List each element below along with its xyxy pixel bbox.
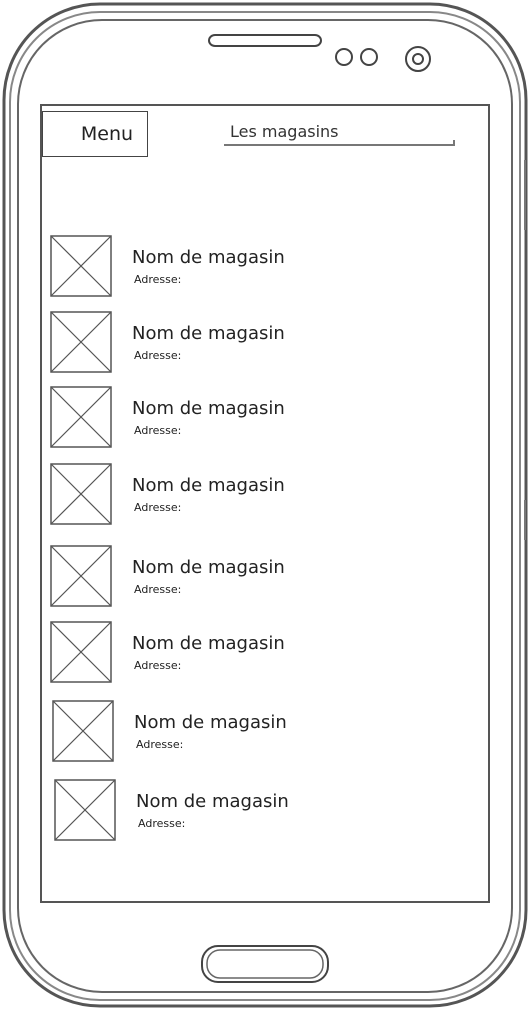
store-name: Nom de magasin <box>132 633 285 654</box>
image-placeholder-icon <box>52 700 114 762</box>
store-name: Nom de magasin <box>132 323 285 344</box>
store-name: Nom de magasin <box>132 557 285 578</box>
front-camera-icon <box>405 46 431 72</box>
store-list-item[interactable]: Nom de magasin Adresse: <box>50 463 470 527</box>
menu-button[interactable]: Menu <box>42 111 148 157</box>
store-list-item[interactable]: Nom de magasin Adresse: <box>50 621 470 685</box>
menu-button-label: Menu <box>80 123 134 145</box>
sensor-icon <box>335 48 378 66</box>
store-name: Nom de magasin <box>134 712 287 733</box>
home-button-icon[interactable] <box>199 943 331 985</box>
page-title: Les magasins <box>224 120 455 146</box>
store-list-item[interactable]: Nom de magasin Adresse: <box>50 386 470 450</box>
store-address: Adresse: <box>134 273 182 286</box>
app-screen: Menu Les magasins Nom de magasin Adresse… <box>40 104 490 903</box>
store-list-item[interactable]: Nom de magasin Adresse: <box>54 779 474 843</box>
image-placeholder-icon <box>50 621 112 683</box>
store-address: Adresse: <box>134 583 182 596</box>
store-list-item[interactable]: Nom de magasin Adresse: <box>50 235 470 299</box>
store-name: Nom de magasin <box>132 475 285 496</box>
store-name: Nom de magasin <box>136 791 289 812</box>
image-placeholder-icon <box>50 386 112 448</box>
image-placeholder-icon <box>50 463 112 525</box>
store-address: Adresse: <box>134 501 182 514</box>
store-address: Adresse: <box>138 817 186 830</box>
store-address: Adresse: <box>134 659 182 672</box>
speaker-slot-icon <box>208 34 322 47</box>
store-address: Adresse: <box>134 424 182 437</box>
store-name: Nom de magasin <box>132 398 285 419</box>
image-placeholder-icon <box>54 779 116 841</box>
image-placeholder-icon <box>50 311 112 373</box>
store-address: Adresse: <box>134 349 182 362</box>
store-name: Nom de magasin <box>132 247 285 268</box>
store-address: Adresse: <box>136 738 184 751</box>
page-title-text: Les magasins <box>230 122 339 141</box>
image-placeholder-icon <box>50 235 112 297</box>
store-list-item[interactable]: Nom de magasin Adresse: <box>50 311 470 375</box>
store-list-item[interactable]: Nom de magasin Adresse: <box>50 545 470 609</box>
image-placeholder-icon <box>50 545 112 607</box>
store-list-item[interactable]: Nom de magasin Adresse: <box>52 700 472 764</box>
